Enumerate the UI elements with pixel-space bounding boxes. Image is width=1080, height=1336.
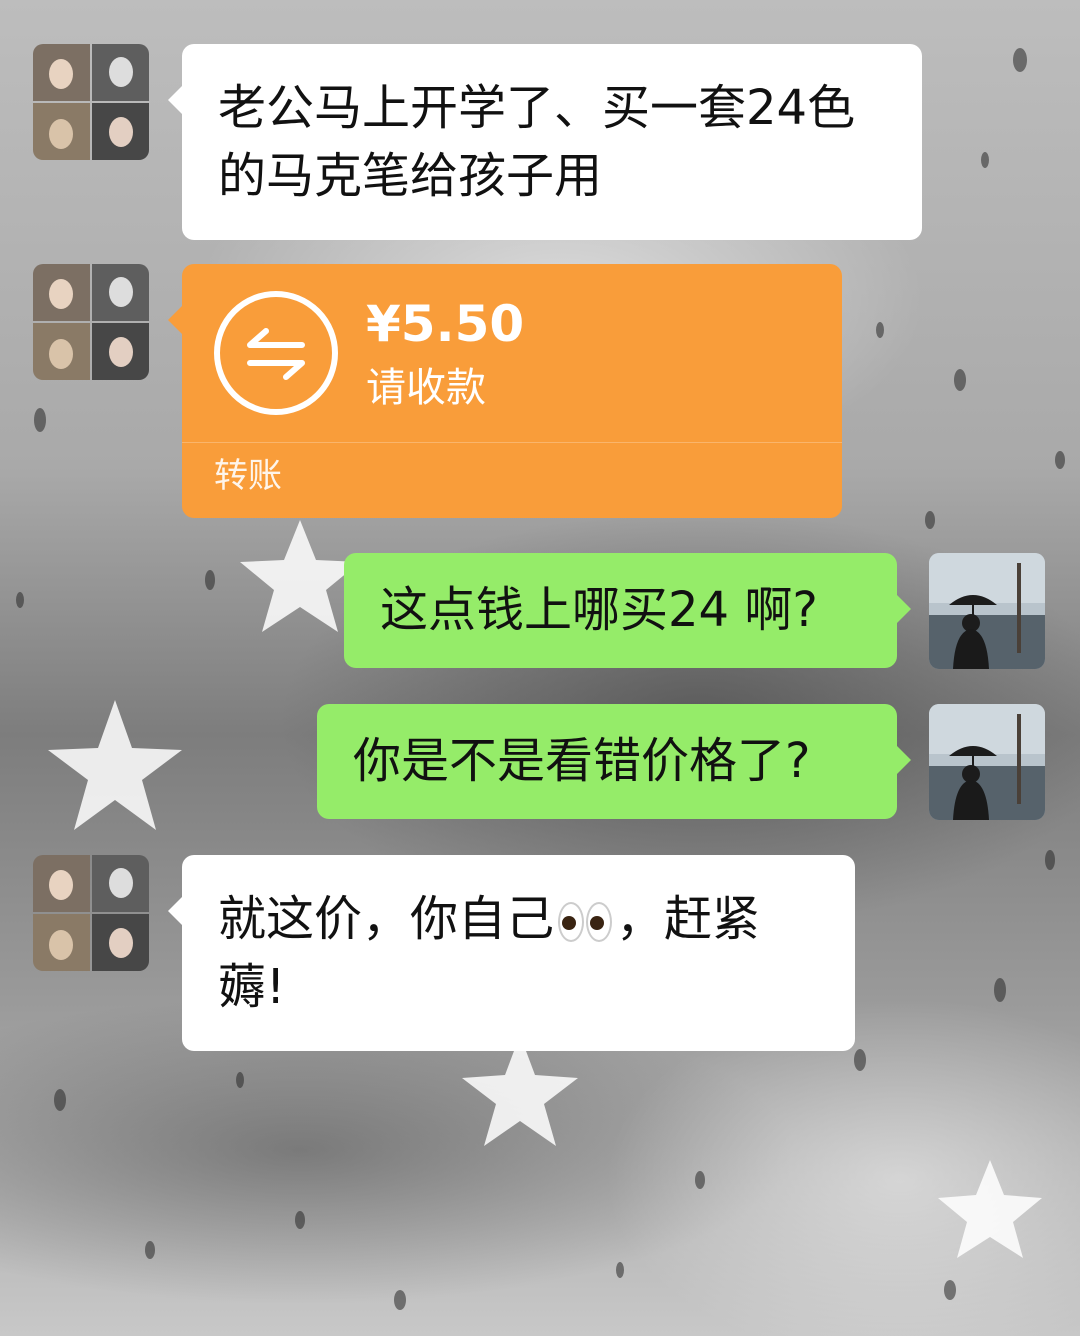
message-bubble-incoming[interactable]: 老公马上开学了、买一套24色的马克笔给孩子用 [168, 44, 922, 240]
transfer-amount: ¥5.50 [366, 295, 525, 353]
message-text: 你是不是看错价格了? [353, 733, 811, 789]
transfer-arrows-icon [214, 291, 338, 415]
avatar-image [33, 264, 149, 380]
transfer-divider [182, 442, 842, 443]
message-bubble-outgoing[interactable]: 这点钱上哪买24 啊? [344, 553, 911, 668]
transfer-note: 请收款 [366, 365, 486, 411]
message-text: 这点钱上哪买24 啊? [380, 582, 818, 638]
avatar-image [33, 44, 149, 160]
avatar-image [33, 855, 149, 971]
message-bubble-incoming[interactable]: 就这价，你自己 ，赶紧薅! [168, 855, 855, 1051]
avatar-contact[interactable] [33, 855, 149, 971]
avatar-contact[interactable] [33, 264, 149, 380]
transfer-card[interactable]: ¥5.50 请收款 转账 [168, 264, 842, 518]
avatar-image [929, 704, 1045, 820]
message-text-part: 就这价，你自己 [218, 891, 555, 947]
avatar-self[interactable] [929, 553, 1045, 669]
background-star [48, 700, 182, 830]
message-text: 老公马上开学了、买一套24色的马克笔给孩子用 [218, 80, 856, 204]
eyes-emoji [558, 902, 613, 942]
message-bubble-outgoing[interactable]: 你是不是看错价格了? [317, 704, 911, 819]
avatar-contact[interactable] [33, 44, 149, 160]
avatar-image [929, 553, 1045, 669]
background-star [240, 520, 360, 632]
background-star [938, 1160, 1042, 1258]
transfer-type-label: 转账 [214, 456, 282, 496]
avatar-self[interactable] [929, 704, 1045, 820]
background-star [462, 1035, 578, 1146]
